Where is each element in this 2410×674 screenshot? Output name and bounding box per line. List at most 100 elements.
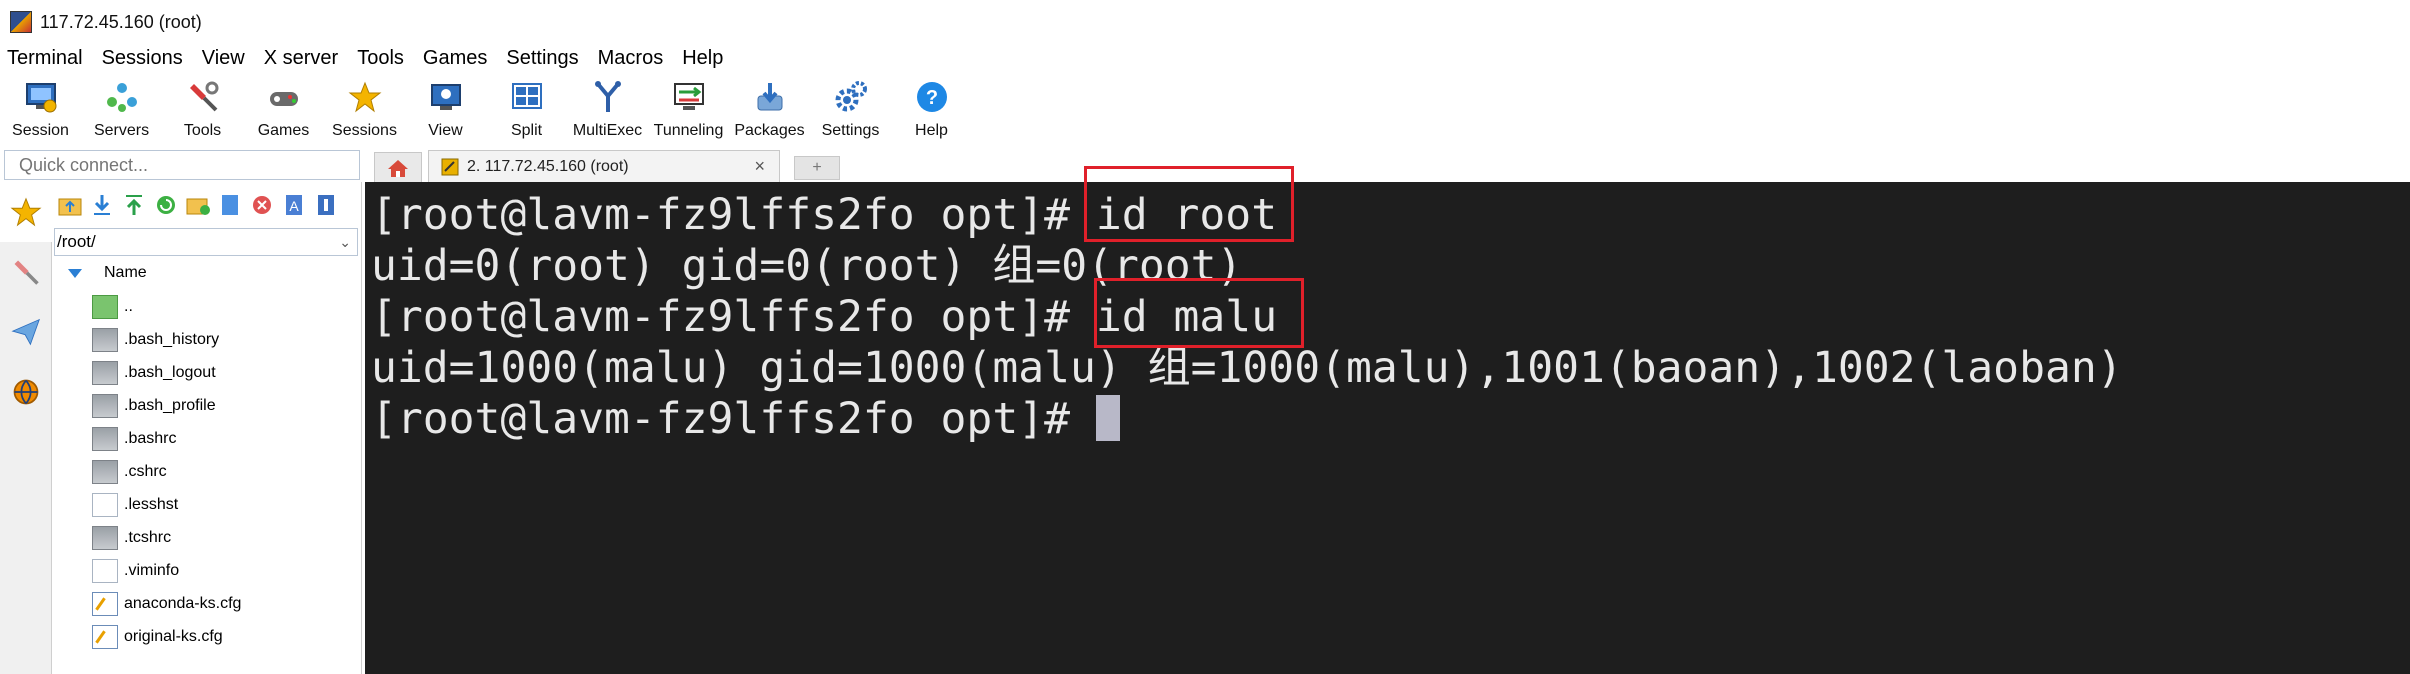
quick-connect-box — [4, 150, 360, 180]
tab-terminal-session[interactable]: 2. 117.72.45.160 (root) × — [428, 150, 780, 182]
file-row[interactable]: .lesshst — [52, 488, 361, 521]
properties-icon — [318, 195, 334, 215]
side-tab-strip — [0, 182, 52, 674]
menu-help[interactable]: Help — [674, 47, 734, 70]
file-row[interactable]: original-ks.cfg — [52, 620, 361, 653]
terminal-prompt-line: [root@lavm-fz9lffs2fo opt]# — [371, 394, 2410, 445]
new-folder-button[interactable] — [184, 191, 212, 219]
terminal-line: uid=0(root) gid=0(root) 组=0(root) — [371, 241, 1243, 291]
sftp-file-panel: A /root/ ⌄ Name .. .bash_history .bash_l… — [52, 182, 362, 674]
quick-connect-input[interactable] — [5, 153, 359, 177]
refresh-icon — [157, 196, 175, 214]
plus-icon: + — [812, 159, 822, 176]
file-row[interactable]: .bashrc — [52, 422, 361, 455]
view-button[interactable]: View — [405, 72, 486, 148]
tunneling-button[interactable]: Tunneling — [648, 72, 729, 148]
main-toolbar: Session Servers Tools Games Sessions Vie… — [0, 72, 2410, 148]
name-column-header[interactable]: Name — [52, 256, 361, 290]
terminal-output[interactable]: [root@lavm-fz9lffs2fo opt]# id root uid=… — [365, 182, 2410, 674]
file-row[interactable]: .viminfo — [52, 554, 361, 587]
ssh-key-icon — [441, 158, 459, 175]
upload-button[interactable] — [120, 191, 148, 219]
tools-button[interactable]: Tools — [162, 72, 243, 148]
side-tab-macros[interactable] — [0, 302, 52, 362]
sessions-button[interactable]: Sessions — [324, 72, 405, 148]
home-tab[interactable] — [374, 152, 422, 182]
file-row[interactable]: .bash_logout — [52, 356, 361, 389]
menu-terminal[interactable]: Terminal — [0, 47, 94, 70]
star-icon — [346, 78, 384, 116]
menu-tools[interactable]: Tools — [349, 47, 415, 70]
download-button[interactable] — [88, 191, 116, 219]
terminal-line: [root@lavm-fz9lffs2fo opt]# id malu — [371, 292, 1278, 342]
file-row[interactable]: anaconda-ks.cfg — [52, 587, 361, 620]
side-tab-sessions[interactable] — [0, 182, 52, 242]
session-tab-bar: 2. 117.72.45.160 (root) × + — [362, 148, 2410, 182]
terminal-file-icon — [92, 426, 118, 451]
rename-icon: A — [286, 195, 302, 215]
path-dropdown[interactable]: /root/ ⌄ — [54, 228, 358, 256]
file-row[interactable]: .bash_history — [52, 323, 361, 356]
menu-x-server[interactable]: X server — [256, 47, 349, 70]
document-file-icon — [92, 492, 118, 517]
packages-icon — [751, 78, 789, 116]
chevron-down-icon: ⌄ — [339, 233, 351, 250]
games-button[interactable]: Games — [243, 72, 324, 148]
help-button[interactable]: ? Help — [891, 72, 972, 148]
file-row[interactable]: .bash_profile — [52, 389, 361, 422]
terminal-cursor — [1095, 395, 1120, 441]
svg-text:A: A — [289, 198, 299, 214]
menu-settings[interactable]: Settings — [498, 47, 589, 70]
multiexec-icon — [589, 78, 627, 116]
new-file-button[interactable] — [216, 191, 244, 219]
svg-text:?: ? — [925, 87, 937, 109]
upload-icon — [126, 195, 142, 215]
file-row-parent[interactable]: .. — [52, 290, 361, 323]
rename-button[interactable]: A — [280, 191, 308, 219]
folder-up-icon — [58, 198, 82, 216]
settings-button[interactable]: Settings — [810, 72, 891, 148]
sftp-toolbar: A — [52, 182, 361, 228]
config-file-icon — [92, 624, 118, 649]
menu-games[interactable]: Games — [415, 47, 498, 70]
multiexec-button[interactable]: MultiExec — [567, 72, 648, 148]
highlight-box-id-malu — [1094, 278, 1304, 348]
terminal-file-icon — [92, 459, 118, 484]
split-button[interactable]: Split — [486, 72, 567, 148]
terminal-line: uid=1000(malu) gid=1000(malu) 组=1000(mal… — [371, 343, 2123, 393]
globe-icon — [13, 379, 39, 405]
side-tab-sftp[interactable] — [0, 362, 52, 422]
mobaxterm-app-icon — [10, 11, 32, 33]
title-bar: 117.72.45.160 (root) — [0, 0, 2410, 45]
paper-plane-icon — [11, 318, 40, 346]
path-value: /root/ — [57, 232, 96, 251]
games-icon — [265, 78, 303, 116]
packages-button[interactable]: Packages — [729, 72, 810, 148]
refresh-button[interactable] — [152, 191, 180, 219]
new-file-icon — [222, 195, 238, 215]
menu-sessions[interactable]: Sessions — [94, 47, 194, 70]
menu-macros[interactable]: Macros — [590, 47, 675, 70]
terminal-file-icon — [92, 393, 118, 418]
terminal-file-icon — [92, 525, 118, 550]
menu-bar: Terminal Sessions View X server Tools Ga… — [0, 44, 2410, 72]
servers-button[interactable]: Servers — [81, 72, 162, 148]
session-button[interactable]: Session — [0, 72, 81, 148]
gear-icon — [832, 78, 870, 116]
terminal-line: [root@lavm-fz9lffs2fo opt]# id root — [371, 190, 1278, 240]
close-tab-icon[interactable]: × — [754, 156, 765, 177]
properties-button[interactable] — [312, 191, 340, 219]
servers-icon — [103, 78, 141, 116]
parent-folder-button[interactable] — [56, 191, 84, 219]
window-title: 117.72.45.160 (root) — [40, 11, 202, 32]
new-tab-button[interactable]: + — [794, 156, 840, 180]
download-icon — [94, 195, 110, 215]
side-tab-tools[interactable] — [0, 242, 52, 302]
folder-up-icon — [92, 294, 118, 319]
highlight-box-id-root — [1084, 166, 1294, 242]
tools-icon — [184, 78, 222, 116]
delete-button[interactable] — [248, 191, 276, 219]
file-row[interactable]: .cshrc — [52, 455, 361, 488]
file-row[interactable]: .tcshrc — [52, 521, 361, 554]
menu-view[interactable]: View — [194, 47, 256, 70]
